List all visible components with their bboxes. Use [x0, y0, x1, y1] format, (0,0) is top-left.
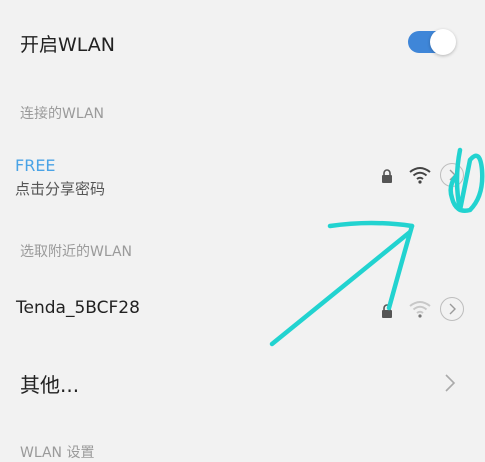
network-details-button[interactable]	[440, 163, 464, 187]
network-name: FREE	[15, 156, 56, 175]
wifi-signal-weak-icon	[409, 301, 431, 318]
wlan-toggle-switch[interactable]	[408, 29, 456, 55]
wlan-toggle-label: 开启WLAN	[20, 34, 116, 56]
toggle-knob	[430, 29, 456, 55]
network-row-free[interactable]: FREE 点击分享密码	[0, 150, 485, 210]
network-subtitle: 点击分享密码	[15, 180, 106, 198]
chevron-right-icon	[449, 169, 456, 181]
chevron-right-icon	[449, 303, 456, 315]
section-header-connected: 连接的WLAN	[20, 106, 105, 122]
lock-icon	[382, 304, 392, 318]
network-name: Tenda_5BCF28	[16, 298, 140, 318]
network-details-button[interactable]	[440, 297, 464, 321]
lock-icon	[382, 169, 392, 183]
chevron-right-icon	[445, 374, 456, 392]
other-networks-label: 其他...	[20, 373, 80, 397]
section-header-nearby: 选取附近的WLAN	[20, 244, 133, 260]
section-header-settings: WLAN 设置	[20, 445, 95, 461]
wifi-signal-full-icon	[409, 167, 431, 184]
other-networks-row[interactable]: 其他...	[0, 355, 485, 411]
network-row-tenda[interactable]: Tenda_5BCF28	[0, 288, 485, 332]
wlan-toggle-row[interactable]: 开启WLAN	[0, 0, 485, 86]
